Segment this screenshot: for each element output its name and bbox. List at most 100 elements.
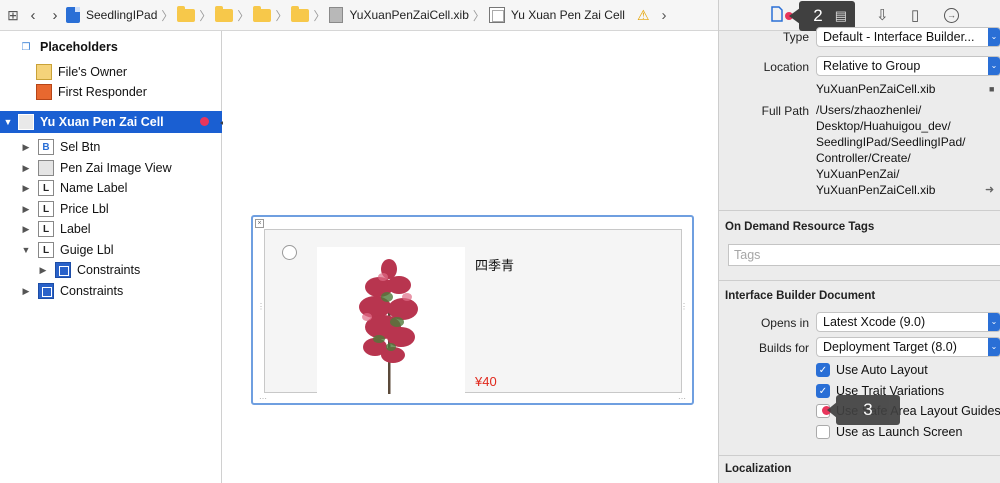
breadcrumb-separator: 〉 <box>199 8 212 23</box>
outline-item-label[interactable]: ▶ L Label <box>0 219 222 239</box>
file-inspector-tab[interactable] <box>771 6 783 26</box>
outline-item-label: Constraints <box>77 263 141 277</box>
interface-builder-canvas[interactable]: × ⋮ ⋮ ⋯ ⋯ 四季青 ¥40 <box>223 31 718 483</box>
callout-3: 3 <box>827 395 900 425</box>
plant-image-view[interactable] <box>317 247 465 394</box>
outline-item-name-label[interactable]: ▶ L Name Label <box>0 178 222 198</box>
connections-inspector-icon[interactable]: → <box>944 8 959 23</box>
outline-item-label: Sel Btn <box>60 140 101 154</box>
outline-item-guige-lbl[interactable]: ▼ L Guige Lbl <box>0 240 222 260</box>
chevron-down-icon: ⌄ <box>988 57 1000 75</box>
select-radio-button[interactable] <box>282 245 297 260</box>
disclosure-triangle-closed[interactable]: ▶ <box>20 204 32 215</box>
outline-item-sel-btn[interactable]: ▶ B Sel Btn <box>0 137 222 157</box>
breadcrumb-folder-1[interactable] <box>177 5 196 25</box>
outline-files-owner[interactable]: File's Owner <box>0 62 222 82</box>
outline-item-image-view[interactable]: ▶ Pen Zai Image View <box>0 158 222 178</box>
tags-input[interactable]: Tags <box>728 244 1000 266</box>
disclosure-triangle-closed[interactable]: ▶ <box>20 142 32 153</box>
button-icon: B <box>38 139 54 155</box>
outline-files-owner-label: File's Owner <box>58 65 128 79</box>
breadcrumb-xib[interactable]: YuXuanPenZaiCell.xib <box>329 5 469 25</box>
files-owner-icon <box>36 64 52 80</box>
disclosure-triangle-open[interactable]: ▼ <box>0 117 16 127</box>
resize-handle-bottom-left[interactable]: ⋯ <box>259 395 267 403</box>
type-popup[interactable]: Default - Interface Builder... ⌄ <box>816 27 1000 47</box>
outline-first-responder-label: First Responder <box>58 85 147 99</box>
outline-item-nested-constraints[interactable]: ▶ Constraints <box>0 260 222 280</box>
outline-item-label: Price Lbl <box>60 202 109 216</box>
folder-picker-icon[interactable]: ■ <box>989 84 994 94</box>
outline-item-constraints[interactable]: ▶ Constraints <box>0 281 222 301</box>
xib-file-icon <box>329 7 344 23</box>
price-label: ¥40 <box>475 374 497 389</box>
callout-2-number: 2 <box>813 6 823 25</box>
type-label: Type <box>782 30 809 44</box>
disclosure-triangle-open[interactable]: ▼ <box>20 245 32 255</box>
table-view-cell[interactable]: × ⋮ ⋮ ⋯ ⋯ 四季青 ¥40 <box>251 215 694 405</box>
opens-in-label: Opens in <box>760 316 809 330</box>
cell-view-icon <box>18 114 34 130</box>
outline-cell-selected[interactable]: ▼ Yu Xuan Pen Zai Cell <box>0 111 222 133</box>
outline-placeholders-label: Placeholders <box>40 40 118 54</box>
size-inspector-icon[interactable]: ▯ <box>911 6 919 24</box>
full-path-line: Controller/Create/ <box>816 151 911 165</box>
builds-for-popup[interactable]: Deployment Target (8.0) ⌄ <box>816 337 1000 357</box>
breadcrumb-folder-4[interactable] <box>291 5 310 25</box>
section-divider <box>719 455 1000 456</box>
next-issue-arrow-icon[interactable]: › <box>662 7 667 24</box>
identity-inspector-icon-overlay: ▤ <box>834 8 847 23</box>
breadcrumb-folder-2[interactable] <box>215 5 234 25</box>
full-path-label: Full Path <box>761 104 809 118</box>
close-icon[interactable]: × <box>255 219 264 228</box>
disclosure-triangle-closed[interactable]: ▶ <box>37 265 49 276</box>
outline-placeholders[interactable]: ❒ Placeholders <box>0 37 222 57</box>
warning-icon[interactable]: ⚠ <box>637 7 650 24</box>
reveal-in-finder-icon[interactable]: ➜ <box>985 183 994 196</box>
breadcrumb-view[interactable]: Yu Xuan Pen Zai Cell <box>488 5 625 25</box>
resize-handle-bottom-right[interactable]: ⋯ <box>678 395 686 403</box>
back-arrow-icon[interactable]: ‹ <box>22 5 44 25</box>
cube-icon: ❒ <box>21 41 31 53</box>
related-items-grid-icon[interactable]: ⊞ <box>4 5 22 25</box>
project-file-icon <box>66 7 80 23</box>
disclosure-triangle-closed[interactable]: ▶ <box>20 286 32 297</box>
attributes-inspector-icon[interactable]: ⇩ <box>876 6 889 24</box>
opens-in-popup[interactable]: Latest Xcode (9.0) ⌄ <box>816 312 1000 332</box>
folder-icon <box>253 5 272 22</box>
outline-item-price-lbl[interactable]: ▶ L Price Lbl <box>0 199 222 219</box>
breadcrumb-separator: 〉 <box>275 8 288 23</box>
checkbox-unchecked-icon[interactable] <box>816 425 830 439</box>
first-responder-icon <box>36 84 52 100</box>
outline-item-label: Label <box>60 222 91 236</box>
location-popup[interactable]: Relative to Group ⌄ <box>816 56 1000 76</box>
use-as-launch-screen-checkbox[interactable]: Use as Launch Screen <box>816 424 962 440</box>
outline-item-label: Guige Lbl <box>60 243 114 257</box>
checkbox-checked-icon[interactable]: ✓ <box>816 363 830 377</box>
marker-dot <box>200 117 209 126</box>
disclosure-triangle-closed[interactable]: ▶ <box>20 224 32 235</box>
plant-name-label: 四季青 <box>475 259 515 274</box>
breadcrumb-project[interactable]: SeedlingIPad <box>66 5 157 25</box>
callout-pointer <box>789 8 800 24</box>
checkbox-checked-icon[interactable]: ✓ <box>816 384 830 398</box>
outline-first-responder[interactable]: First Responder <box>0 82 222 102</box>
outline-cell-label: Yu Xuan Pen Zai Cell <box>40 115 164 129</box>
breadcrumb-folder-3[interactable] <box>253 5 272 25</box>
use-auto-layout-checkbox[interactable]: ✓ Use Auto Layout <box>816 362 928 378</box>
constraints-icon <box>38 283 54 299</box>
chevron-down-icon: ⌄ <box>988 28 1000 46</box>
forward-arrow-icon[interactable]: › <box>44 5 66 25</box>
folder-icon <box>291 5 310 22</box>
checkbox-label: Use Auto Layout <box>836 363 928 377</box>
callout-3-number: 3 <box>863 400 873 419</box>
full-path-line: SeedlingIPad/SeedlingIPad/ <box>816 135 966 149</box>
file-name-value: YuXuanPenZaiCell.xib <box>816 82 936 96</box>
breadcrumb-project-label: SeedlingIPad <box>86 8 158 22</box>
image-view-icon <box>38 160 54 176</box>
cell-content-view[interactable]: 四季青 ¥40 <box>264 229 682 394</box>
disclosure-triangle-closed[interactable]: ▶ <box>20 163 32 174</box>
section-divider <box>719 210 1000 211</box>
outline-item-label: Pen Zai Image View <box>60 161 172 175</box>
disclosure-triangle-closed[interactable]: ▶ <box>20 183 32 194</box>
